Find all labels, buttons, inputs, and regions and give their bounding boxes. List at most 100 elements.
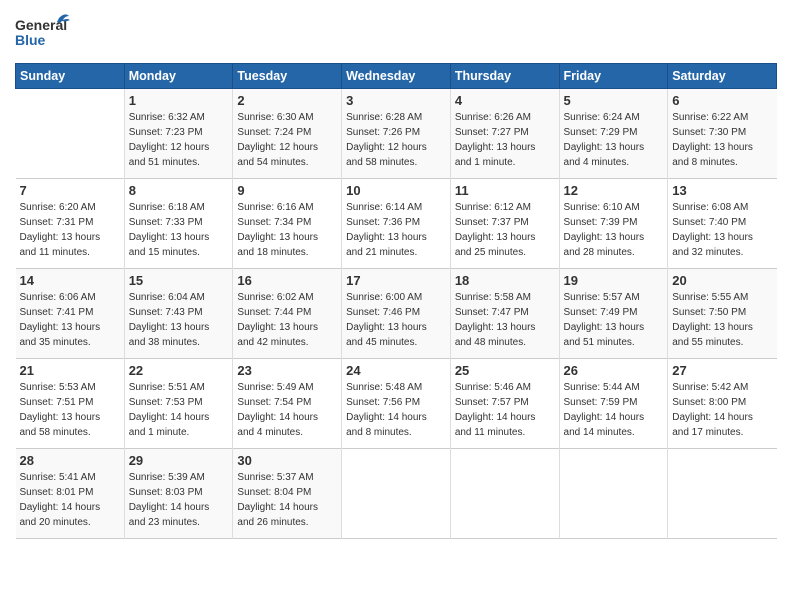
- calendar-cell: 18 Sunrise: 5:58 AMSunset: 7:47 PMDayligh…: [450, 269, 559, 359]
- calendar-cell: 10Sunrise: 6:14 AMSunset: 7:36 PMDayligh…: [342, 179, 451, 269]
- calendar-cell: 15 Sunrise: 6:04 AMSunset: 7:43 PMDayligh…: [124, 269, 233, 359]
- calendar-cell: 14 Sunrise: 6:06 AMSunset: 7:41 PMDayligh…: [16, 269, 125, 359]
- calendar-cell: 16 Sunrise: 6:02 AMSunset: 7:44 PMDayligh…: [233, 269, 342, 359]
- calendar-week-row: 7 Sunrise: 6:20 AMSunset: 7:31 PMDaylight…: [16, 179, 777, 269]
- calendar-week-row: 21 Sunrise: 5:53 AMSunset: 7:51 PMDayligh…: [16, 359, 777, 449]
- calendar-cell: 6 Sunrise: 6:22 AMSunset: 7:30 PMDaylight…: [668, 89, 777, 179]
- calendar-cell: 19 Sunrise: 5:57 AMSunset: 7:49 PMDayligh…: [559, 269, 668, 359]
- day-info: Sunrise: 6:18 AMSunset: 7:33 PMDaylight:…: [129, 200, 229, 260]
- day-info: Sunrise: 6:00 AMSunset: 7:46 PMDaylight:…: [346, 290, 446, 350]
- calendar-cell: 25 Sunrise: 5:46 AMSunset: 7:57 PMDayligh…: [450, 359, 559, 449]
- calendar-cell: 7 Sunrise: 6:20 AMSunset: 7:31 PMDaylight…: [16, 179, 125, 269]
- day-info: Sunrise: 6:20 AMSunset: 7:31 PMDaylight:…: [20, 200, 120, 260]
- calendar-cell: 28Sunrise: 5:41 AMSunset: 8:01 PMDayligh…: [16, 449, 125, 539]
- calendar-cell: [668, 449, 777, 539]
- day-info: Sunrise: 6:32 AMSunset: 7:23 PMDaylight:…: [129, 110, 229, 170]
- day-info: Sunrise: 5:57 AMSunset: 7:49 PMDaylight:…: [564, 290, 664, 350]
- weekday-header-saturday: Saturday: [668, 64, 777, 89]
- day-info: Sunrise: 5:44 AMSunset: 7:59 PMDaylight:…: [564, 380, 664, 440]
- day-info: Sunrise: 6:22 AMSunset: 7:30 PMDaylight:…: [672, 110, 772, 170]
- calendar-cell: 21 Sunrise: 5:53 AMSunset: 7:51 PMDayligh…: [16, 359, 125, 449]
- calendar-cell: 3Sunrise: 6:28 AMSunset: 7:26 PMDaylight…: [342, 89, 451, 179]
- day-info: Sunrise: 6:02 AMSunset: 7:44 PMDaylight:…: [237, 290, 337, 350]
- day-number: 11: [455, 183, 555, 198]
- calendar-cell: 9 Sunrise: 6:16 AMSunset: 7:34 PMDaylight…: [233, 179, 342, 269]
- day-number: 25: [455, 363, 555, 378]
- day-number: 15: [129, 273, 229, 288]
- calendar-cell: 30 Sunrise: 5:37 AMSunset: 8:04 PMDayligh…: [233, 449, 342, 539]
- day-info: Sunrise: 6:06 AMSunset: 7:41 PMDaylight:…: [20, 290, 120, 350]
- calendar-cell: 29Sunrise: 5:39 AMSunset: 8:03 PMDayligh…: [124, 449, 233, 539]
- calendar-cell: [342, 449, 451, 539]
- day-info: Sunrise: 6:10 AMSunset: 7:39 PMDaylight:…: [564, 200, 664, 260]
- weekday-header-wednesday: Wednesday: [342, 64, 451, 89]
- svg-text:Blue: Blue: [15, 32, 46, 48]
- calendar-cell: 11 Sunrise: 6:12 AMSunset: 7:37 PMDayligh…: [450, 179, 559, 269]
- day-number: 3: [346, 93, 446, 108]
- day-info: Sunrise: 6:12 AMSunset: 7:37 PMDaylight:…: [455, 200, 555, 260]
- calendar-header: SundayMondayTuesdayWednesdayThursdayFrid…: [16, 64, 777, 89]
- day-number: 4: [455, 93, 555, 108]
- day-info: Sunrise: 5:48 AMSunset: 7:56 PMDaylight:…: [346, 380, 446, 440]
- calendar-cell: [559, 449, 668, 539]
- day-number: 19: [564, 273, 664, 288]
- day-info: Sunrise: 5:55 AMSunset: 7:50 PMDaylight:…: [672, 290, 772, 350]
- day-number: 7: [20, 183, 120, 198]
- calendar-cell: 2 Sunrise: 6:30 AMSunset: 7:24 PMDaylight…: [233, 89, 342, 179]
- day-number: 8: [129, 183, 229, 198]
- day-number: 28: [20, 453, 120, 468]
- calendar-cell: 4Sunrise: 6:26 AMSunset: 7:27 PMDaylight…: [450, 89, 559, 179]
- day-number: 27: [672, 363, 772, 378]
- calendar-cell: 22Sunrise: 5:51 AMSunset: 7:53 PMDayligh…: [124, 359, 233, 449]
- calendar-cell: 12 Sunrise: 6:10 AMSunset: 7:39 PMDayligh…: [559, 179, 668, 269]
- day-number: 23: [237, 363, 337, 378]
- day-number: 14: [20, 273, 120, 288]
- calendar-cell: 8 Sunrise: 6:18 AMSunset: 7:33 PMDaylight…: [124, 179, 233, 269]
- day-number: 21: [20, 363, 120, 378]
- day-number: 1: [129, 93, 229, 108]
- day-number: 29: [129, 453, 229, 468]
- calendar-body: 1 Sunrise: 6:32 AMSunset: 7:23 PMDaylight…: [16, 89, 777, 539]
- day-number: 2: [237, 93, 337, 108]
- calendar-cell: 23Sunrise: 5:49 AMSunset: 7:54 PMDayligh…: [233, 359, 342, 449]
- day-number: 26: [564, 363, 664, 378]
- calendar-week-row: 1 Sunrise: 6:32 AMSunset: 7:23 PMDaylight…: [16, 89, 777, 179]
- day-info: Sunrise: 5:46 AMSunset: 7:57 PMDaylight:…: [455, 380, 555, 440]
- day-number: 30: [237, 453, 337, 468]
- weekday-header-friday: Friday: [559, 64, 668, 89]
- calendar-cell: [450, 449, 559, 539]
- calendar-cell: 20 Sunrise: 5:55 AMSunset: 7:50 PMDayligh…: [668, 269, 777, 359]
- calendar-cell: 17Sunrise: 6:00 AMSunset: 7:46 PMDayligh…: [342, 269, 451, 359]
- day-info: Sunrise: 6:24 AMSunset: 7:29 PMDaylight:…: [564, 110, 664, 170]
- calendar-cell: 27 Sunrise: 5:42 AMSunset: 8:00 PMDayligh…: [668, 359, 777, 449]
- day-number: 22: [129, 363, 229, 378]
- day-info: Sunrise: 5:42 AMSunset: 8:00 PMDaylight:…: [672, 380, 772, 440]
- day-info: Sunrise: 5:37 AMSunset: 8:04 PMDaylight:…: [237, 470, 337, 530]
- day-number: 5: [564, 93, 664, 108]
- day-info: Sunrise: 6:30 AMSunset: 7:24 PMDaylight:…: [237, 110, 337, 170]
- day-info: Sunrise: 5:58 AMSunset: 7:47 PMDaylight:…: [455, 290, 555, 350]
- weekday-header-monday: Monday: [124, 64, 233, 89]
- day-info: Sunrise: 6:08 AMSunset: 7:40 PMDaylight:…: [672, 200, 772, 260]
- day-info: Sunrise: 6:04 AMSunset: 7:43 PMDaylight:…: [129, 290, 229, 350]
- calendar-cell: 1 Sunrise: 6:32 AMSunset: 7:23 PMDaylight…: [124, 89, 233, 179]
- calendar-cell: 13Sunrise: 6:08 AMSunset: 7:40 PMDayligh…: [668, 179, 777, 269]
- calendar-cell: [16, 89, 125, 179]
- day-number: 24: [346, 363, 446, 378]
- calendar-cell: 26 Sunrise: 5:44 AMSunset: 7:59 PMDayligh…: [559, 359, 668, 449]
- calendar-cell: 5 Sunrise: 6:24 AMSunset: 7:29 PMDaylight…: [559, 89, 668, 179]
- weekday-header-thursday: Thursday: [450, 64, 559, 89]
- day-number: 16: [237, 273, 337, 288]
- day-info: Sunrise: 6:16 AMSunset: 7:34 PMDaylight:…: [237, 200, 337, 260]
- day-info: Sunrise: 5:53 AMSunset: 7:51 PMDaylight:…: [20, 380, 120, 440]
- day-number: 18: [455, 273, 555, 288]
- day-info: Sunrise: 6:14 AMSunset: 7:36 PMDaylight:…: [346, 200, 446, 260]
- day-number: 9: [237, 183, 337, 198]
- day-number: 6: [672, 93, 772, 108]
- day-number: 20: [672, 273, 772, 288]
- weekday-header-sunday: Sunday: [16, 64, 125, 89]
- weekday-header-row: SundayMondayTuesdayWednesdayThursdayFrid…: [16, 64, 777, 89]
- weekday-header-tuesday: Tuesday: [233, 64, 342, 89]
- calendar-table: SundayMondayTuesdayWednesdayThursdayFrid…: [15, 63, 777, 539]
- day-number: 12: [564, 183, 664, 198]
